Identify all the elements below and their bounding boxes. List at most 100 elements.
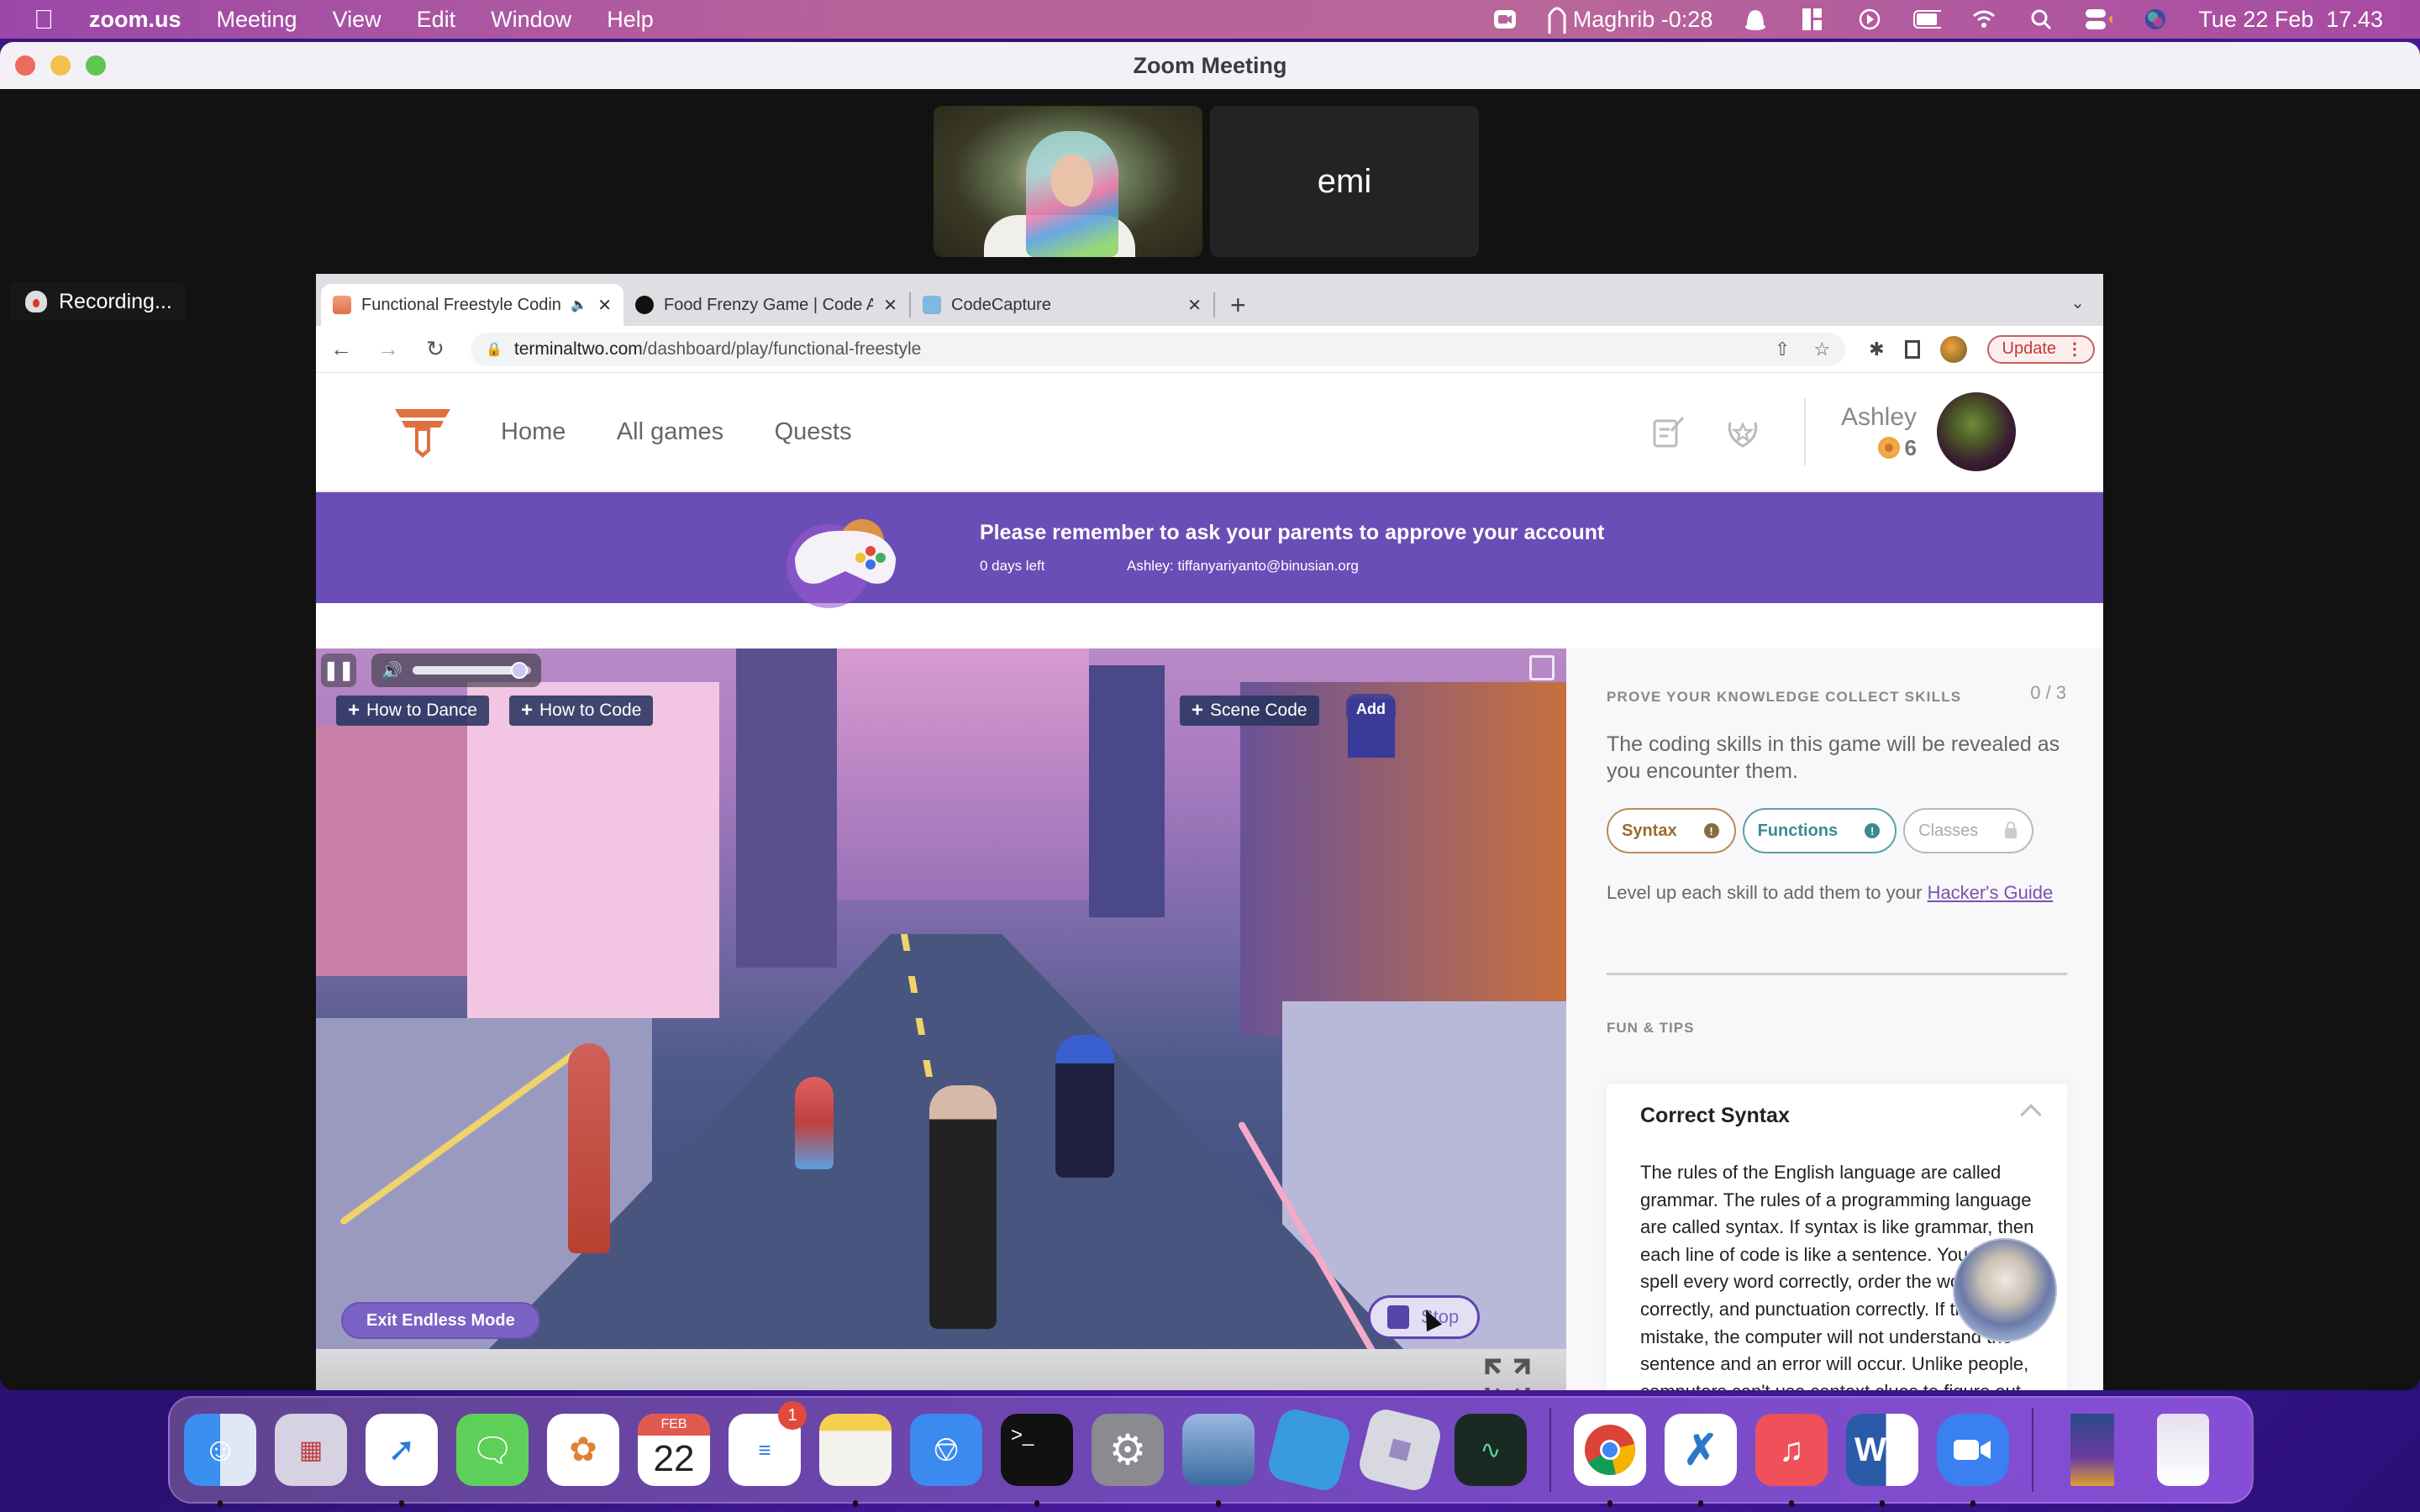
skill-chip-functions[interactable]: Functions !: [1742, 808, 1897, 853]
dock-word[interactable]: W: [1845, 1408, 1919, 1507]
zoom-status-icon[interactable]: [1491, 7, 1519, 32]
tab-close-icon[interactable]: ✕: [1187, 295, 1202, 316]
achievements-laurel-icon[interactable]: [1723, 412, 1762, 451]
address-bar[interactable]: 🔒 terminaltwo.com/dashboard/play/functio…: [471, 332, 1846, 366]
siri-icon[interactable]: [2141, 7, 2170, 32]
dock-roblox[interactable]: [1355, 1405, 1444, 1494]
tip-title[interactable]: Correct Syntax: [1640, 1104, 1790, 1128]
clock-datetime[interactable]: Tue 22 Feb 17.43: [2198, 7, 2383, 33]
volume-slider[interactable]: [412, 662, 531, 679]
dock-vscode[interactable]: ✗: [1664, 1408, 1738, 1507]
browser-tab-food-frenzy[interactable]: Food Frenzy Game | Code Avengers ✕: [623, 284, 909, 326]
speaker-icon[interactable]: 🔊: [381, 660, 402, 681]
dock-trash[interactable]: [2146, 1408, 2220, 1492]
play-icon[interactable]: [1855, 7, 1884, 32]
more-menu-icon[interactable]: ⋮: [2066, 339, 2083, 360]
side-panel-icon[interactable]: [1904, 339, 1920, 359]
exit-endless-mode-button[interactable]: Exit Endless Mode: [341, 1302, 540, 1339]
share-icon[interactable]: ⇧: [1775, 339, 1790, 360]
notebook-edit-icon[interactable]: [1649, 412, 1688, 451]
dock-music[interactable]: ♫: [1754, 1408, 1828, 1507]
spotlight-search-icon[interactable]: [2027, 7, 2055, 32]
menu-view[interactable]: View: [333, 7, 381, 33]
new-tab-plus-icon[interactable]: +: [1230, 290, 1246, 321]
fullscreen-window-button[interactable]: [86, 55, 106, 76]
collapse-chevron-up-icon[interactable]: [2020, 1104, 2042, 1126]
control-center-icon[interactable]: [2084, 7, 2113, 32]
extensions-puzzle-icon[interactable]: ✱: [1869, 339, 1884, 360]
dock-activity-monitor[interactable]: ∿: [1454, 1408, 1528, 1492]
reminders-badge: 1: [778, 1401, 807, 1430]
dock-terminal[interactable]: >_: [1000, 1408, 1074, 1507]
dock-document[interactable]: [2055, 1408, 2129, 1492]
site-header: Home All games Quests Ashley 6: [316, 373, 2103, 492]
menu-edit[interactable]: Edit: [417, 7, 456, 33]
bookmark-star-icon[interactable]: ☆: [1813, 339, 1830, 360]
how-to-dance-button[interactable]: + How to Dance: [336, 696, 489, 726]
recording-indicator[interactable]: Recording...: [10, 282, 186, 321]
menu-help[interactable]: Help: [607, 7, 654, 33]
forward-arrow-icon[interactable]: →: [376, 336, 400, 362]
menu-app-name[interactable]: zoom.us: [89, 7, 182, 33]
menu-meeting[interactable]: Meeting: [217, 7, 297, 33]
game-character-child: [795, 1077, 834, 1169]
dock-keynote[interactable]: ⎊: [909, 1408, 983, 1492]
reload-icon[interactable]: ↻: [424, 336, 447, 362]
dock-notes[interactable]: [818, 1408, 892, 1507]
user-info[interactable]: Ashley 6: [1841, 403, 1917, 461]
game-fullscreen-icon[interactable]: [1529, 655, 1555, 680]
nav-all-games[interactable]: All games: [617, 418, 723, 445]
terminal-two-logo[interactable]: [390, 406, 455, 458]
dock-preview[interactable]: [1181, 1408, 1255, 1507]
document-thumbnail-icon: [2070, 1414, 2114, 1486]
participant-video-thumbnail[interactable]: [934, 106, 1202, 257]
participant-name-tile[interactable]: emi: [1210, 106, 1479, 257]
apple-menu-icon[interactable]: : [34, 4, 60, 35]
volume-control[interactable]: 🔊: [371, 654, 541, 687]
tab-search-chevron-icon[interactable]: ⌄: [2070, 292, 2085, 313]
update-button[interactable]: Update ⋮: [1986, 334, 2095, 364]
dock-messages[interactable]: 🗨: [455, 1408, 529, 1492]
browser-tab-functional-freestyle[interactable]: Functional Freestyle Coding 🔈 ✕: [321, 284, 623, 326]
add-button[interactable]: Add: [1346, 694, 1396, 724]
skill-chip-syntax[interactable]: Syntax !: [1607, 808, 1736, 853]
pause-button[interactable]: ❚❚: [321, 654, 356, 687]
wifi-icon[interactable]: [1970, 7, 1998, 32]
close-window-button[interactable]: [15, 55, 35, 76]
dock-photos[interactable]: ✿: [546, 1408, 620, 1492]
dock-chrome[interactable]: [1573, 1408, 1647, 1507]
battery-icon[interactable]: [1912, 7, 1942, 32]
minimize-window-button[interactable]: [50, 55, 71, 76]
profile-avatar-icon[interactable]: [1939, 335, 1967, 363]
robot-cat-mascot-avatar[interactable]: [1953, 1238, 2057, 1342]
expand-arrows-icon[interactable]: [1482, 1356, 1533, 1390]
back-arrow-icon[interactable]: ←: [329, 336, 353, 362]
dock-calendar[interactable]: FEB 22: [637, 1408, 711, 1492]
hackers-guide-link[interactable]: Hacker's Guide: [1928, 882, 2054, 903]
nav-home[interactable]: Home: [501, 418, 566, 445]
react-favicon-icon: [923, 296, 941, 314]
browser-tab-codecapture[interactable]: CodeCapture ✕: [911, 284, 1213, 326]
dock-launchpad[interactable]: ▦: [274, 1408, 348, 1492]
dock-reminders[interactable]: ≡ 1: [728, 1401, 807, 1492]
dock-finder[interactable]: ☺: [183, 1408, 257, 1507]
dock-zoom[interactable]: [1936, 1408, 2010, 1507]
game-canvas[interactable]: ❚❚ 🔊 + How to Dance + How to Code + Scen…: [316, 648, 1566, 1349]
user-avatar[interactable]: [1937, 392, 2016, 471]
tab-close-icon[interactable]: ✕: [597, 295, 612, 316]
nav-quests[interactable]: Quests: [775, 418, 852, 445]
skill-chip-classes[interactable]: Classes: [1903, 808, 2034, 853]
dock-safari[interactable]: ➚: [365, 1408, 439, 1507]
scene-code-button[interactable]: + Scene Code: [1180, 696, 1319, 726]
dock-system-preferences[interactable]: ⚙: [1091, 1408, 1165, 1492]
volume-knob[interactable]: [510, 662, 528, 679]
dock-roblox-studio[interactable]: [1265, 1405, 1354, 1494]
keynote-icon: ⎊: [910, 1414, 982, 1486]
prayer-time-status[interactable]: Maghrib -0:28: [1548, 5, 1712, 34]
notification-bell-icon[interactable]: [1741, 7, 1770, 32]
tab-audio-icon[interactable]: 🔈: [571, 297, 587, 313]
how-to-code-button[interactable]: + How to Code: [509, 696, 654, 726]
layout-icon[interactable]: [1798, 7, 1827, 32]
tab-close-icon[interactable]: ✕: [883, 295, 897, 316]
menu-window[interactable]: Window: [491, 7, 571, 33]
